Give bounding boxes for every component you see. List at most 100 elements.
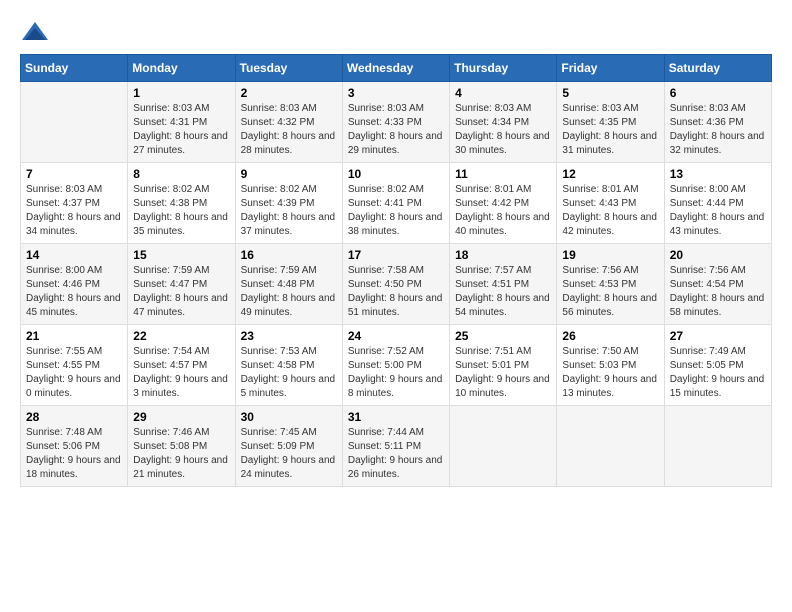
day-number: 24 (348, 329, 444, 343)
calendar-cell: 29 Sunrise: 7:46 AMSunset: 5:08 PMDaylig… (128, 406, 235, 487)
day-number: 8 (133, 167, 229, 181)
day-info: Sunrise: 8:00 AMSunset: 4:44 PMDaylight:… (670, 183, 766, 239)
calendar-cell: 7 Sunrise: 8:03 AMSunset: 4:37 PMDayligh… (21, 163, 128, 244)
calendar-cell: 5 Sunrise: 8:03 AMSunset: 4:35 PMDayligh… (557, 82, 664, 163)
day-number: 2 (241, 86, 337, 100)
calendar-week-row: 21 Sunrise: 7:55 AMSunset: 4:55 PMDaylig… (21, 325, 772, 406)
calendar-cell (664, 406, 771, 487)
day-info: Sunrise: 8:03 AMSunset: 4:36 PMDaylight:… (670, 102, 766, 158)
calendar-cell: 20 Sunrise: 7:56 AMSunset: 4:54 PMDaylig… (664, 244, 771, 325)
calendar-cell: 18 Sunrise: 7:57 AMSunset: 4:51 PMDaylig… (450, 244, 557, 325)
day-info: Sunrise: 7:57 AMSunset: 4:51 PMDaylight:… (455, 264, 551, 320)
day-info: Sunrise: 7:53 AMSunset: 4:58 PMDaylight:… (241, 345, 337, 401)
day-info: Sunrise: 7:52 AMSunset: 5:00 PMDaylight:… (348, 345, 444, 401)
day-number: 30 (241, 410, 337, 424)
page-header (20, 20, 772, 44)
day-info: Sunrise: 8:03 AMSunset: 4:31 PMDaylight:… (133, 102, 229, 158)
day-number: 14 (26, 248, 122, 262)
calendar-header-row: SundayMondayTuesdayWednesdayThursdayFrid… (21, 55, 772, 82)
weekday-header: Saturday (664, 55, 771, 82)
calendar-cell: 6 Sunrise: 8:03 AMSunset: 4:36 PMDayligh… (664, 82, 771, 163)
day-number: 21 (26, 329, 122, 343)
calendar-cell: 10 Sunrise: 8:02 AMSunset: 4:41 PMDaylig… (342, 163, 449, 244)
calendar-cell: 26 Sunrise: 7:50 AMSunset: 5:03 PMDaylig… (557, 325, 664, 406)
day-info: Sunrise: 7:56 AMSunset: 4:54 PMDaylight:… (670, 264, 766, 320)
calendar-cell: 14 Sunrise: 8:00 AMSunset: 4:46 PMDaylig… (21, 244, 128, 325)
day-number: 19 (562, 248, 658, 262)
weekday-header: Friday (557, 55, 664, 82)
day-number: 25 (455, 329, 551, 343)
day-info: Sunrise: 7:59 AMSunset: 4:47 PMDaylight:… (133, 264, 229, 320)
day-info: Sunrise: 7:55 AMSunset: 4:55 PMDaylight:… (26, 345, 122, 401)
calendar-cell: 17 Sunrise: 7:58 AMSunset: 4:50 PMDaylig… (342, 244, 449, 325)
day-info: Sunrise: 8:03 AMSunset: 4:32 PMDaylight:… (241, 102, 337, 158)
calendar-cell: 31 Sunrise: 7:44 AMSunset: 5:11 PMDaylig… (342, 406, 449, 487)
calendar-cell (21, 82, 128, 163)
calendar-cell: 8 Sunrise: 8:02 AMSunset: 4:38 PMDayligh… (128, 163, 235, 244)
day-info: Sunrise: 7:58 AMSunset: 4:50 PMDaylight:… (348, 264, 444, 320)
calendar-cell: 3 Sunrise: 8:03 AMSunset: 4:33 PMDayligh… (342, 82, 449, 163)
weekday-header: Thursday (450, 55, 557, 82)
calendar-week-row: 7 Sunrise: 8:03 AMSunset: 4:37 PMDayligh… (21, 163, 772, 244)
day-info: Sunrise: 7:45 AMSunset: 5:09 PMDaylight:… (241, 426, 337, 482)
day-number: 4 (455, 86, 551, 100)
calendar-cell: 12 Sunrise: 8:01 AMSunset: 4:43 PMDaylig… (557, 163, 664, 244)
calendar-week-row: 1 Sunrise: 8:03 AMSunset: 4:31 PMDayligh… (21, 82, 772, 163)
day-number: 20 (670, 248, 766, 262)
calendar-cell: 28 Sunrise: 7:48 AMSunset: 5:06 PMDaylig… (21, 406, 128, 487)
day-number: 9 (241, 167, 337, 181)
calendar-cell: 9 Sunrise: 8:02 AMSunset: 4:39 PMDayligh… (235, 163, 342, 244)
calendar-cell (557, 406, 664, 487)
logo (20, 20, 54, 44)
day-number: 27 (670, 329, 766, 343)
weekday-header: Sunday (21, 55, 128, 82)
day-info: Sunrise: 7:54 AMSunset: 4:57 PMDaylight:… (133, 345, 229, 401)
day-number: 17 (348, 248, 444, 262)
day-number: 23 (241, 329, 337, 343)
day-info: Sunrise: 7:46 AMSunset: 5:08 PMDaylight:… (133, 426, 229, 482)
weekday-header: Tuesday (235, 55, 342, 82)
day-info: Sunrise: 8:03 AMSunset: 4:34 PMDaylight:… (455, 102, 551, 158)
day-info: Sunrise: 7:56 AMSunset: 4:53 PMDaylight:… (562, 264, 658, 320)
day-info: Sunrise: 8:01 AMSunset: 4:42 PMDaylight:… (455, 183, 551, 239)
calendar-cell: 4 Sunrise: 8:03 AMSunset: 4:34 PMDayligh… (450, 82, 557, 163)
day-info: Sunrise: 8:03 AMSunset: 4:37 PMDaylight:… (26, 183, 122, 239)
weekday-header: Monday (128, 55, 235, 82)
day-info: Sunrise: 7:48 AMSunset: 5:06 PMDaylight:… (26, 426, 122, 482)
calendar-cell: 24 Sunrise: 7:52 AMSunset: 5:00 PMDaylig… (342, 325, 449, 406)
day-number: 6 (670, 86, 766, 100)
calendar-cell (450, 406, 557, 487)
calendar-cell: 2 Sunrise: 8:03 AMSunset: 4:32 PMDayligh… (235, 82, 342, 163)
day-number: 13 (670, 167, 766, 181)
day-info: Sunrise: 8:02 AMSunset: 4:39 PMDaylight:… (241, 183, 337, 239)
calendar-cell: 16 Sunrise: 7:59 AMSunset: 4:48 PMDaylig… (235, 244, 342, 325)
calendar-cell: 22 Sunrise: 7:54 AMSunset: 4:57 PMDaylig… (128, 325, 235, 406)
day-info: Sunrise: 8:02 AMSunset: 4:41 PMDaylight:… (348, 183, 444, 239)
day-info: Sunrise: 8:01 AMSunset: 4:43 PMDaylight:… (562, 183, 658, 239)
day-number: 1 (133, 86, 229, 100)
day-number: 29 (133, 410, 229, 424)
day-number: 28 (26, 410, 122, 424)
day-number: 15 (133, 248, 229, 262)
calendar-cell: 11 Sunrise: 8:01 AMSunset: 4:42 PMDaylig… (450, 163, 557, 244)
calendar-cell: 19 Sunrise: 7:56 AMSunset: 4:53 PMDaylig… (557, 244, 664, 325)
day-info: Sunrise: 7:44 AMSunset: 5:11 PMDaylight:… (348, 426, 444, 482)
calendar-cell: 21 Sunrise: 7:55 AMSunset: 4:55 PMDaylig… (21, 325, 128, 406)
day-info: Sunrise: 8:00 AMSunset: 4:46 PMDaylight:… (26, 264, 122, 320)
calendar-cell: 30 Sunrise: 7:45 AMSunset: 5:09 PMDaylig… (235, 406, 342, 487)
day-number: 26 (562, 329, 658, 343)
calendar-table: SundayMondayTuesdayWednesdayThursdayFrid… (20, 54, 772, 487)
calendar-cell: 23 Sunrise: 7:53 AMSunset: 4:58 PMDaylig… (235, 325, 342, 406)
calendar-cell: 15 Sunrise: 7:59 AMSunset: 4:47 PMDaylig… (128, 244, 235, 325)
day-number: 16 (241, 248, 337, 262)
day-number: 5 (562, 86, 658, 100)
day-info: Sunrise: 8:02 AMSunset: 4:38 PMDaylight:… (133, 183, 229, 239)
day-number: 7 (26, 167, 122, 181)
day-info: Sunrise: 7:50 AMSunset: 5:03 PMDaylight:… (562, 345, 658, 401)
day-info: Sunrise: 7:49 AMSunset: 5:05 PMDaylight:… (670, 345, 766, 401)
calendar-cell: 13 Sunrise: 8:00 AMSunset: 4:44 PMDaylig… (664, 163, 771, 244)
day-info: Sunrise: 8:03 AMSunset: 4:33 PMDaylight:… (348, 102, 444, 158)
day-number: 11 (455, 167, 551, 181)
calendar-week-row: 14 Sunrise: 8:00 AMSunset: 4:46 PMDaylig… (21, 244, 772, 325)
day-number: 31 (348, 410, 444, 424)
